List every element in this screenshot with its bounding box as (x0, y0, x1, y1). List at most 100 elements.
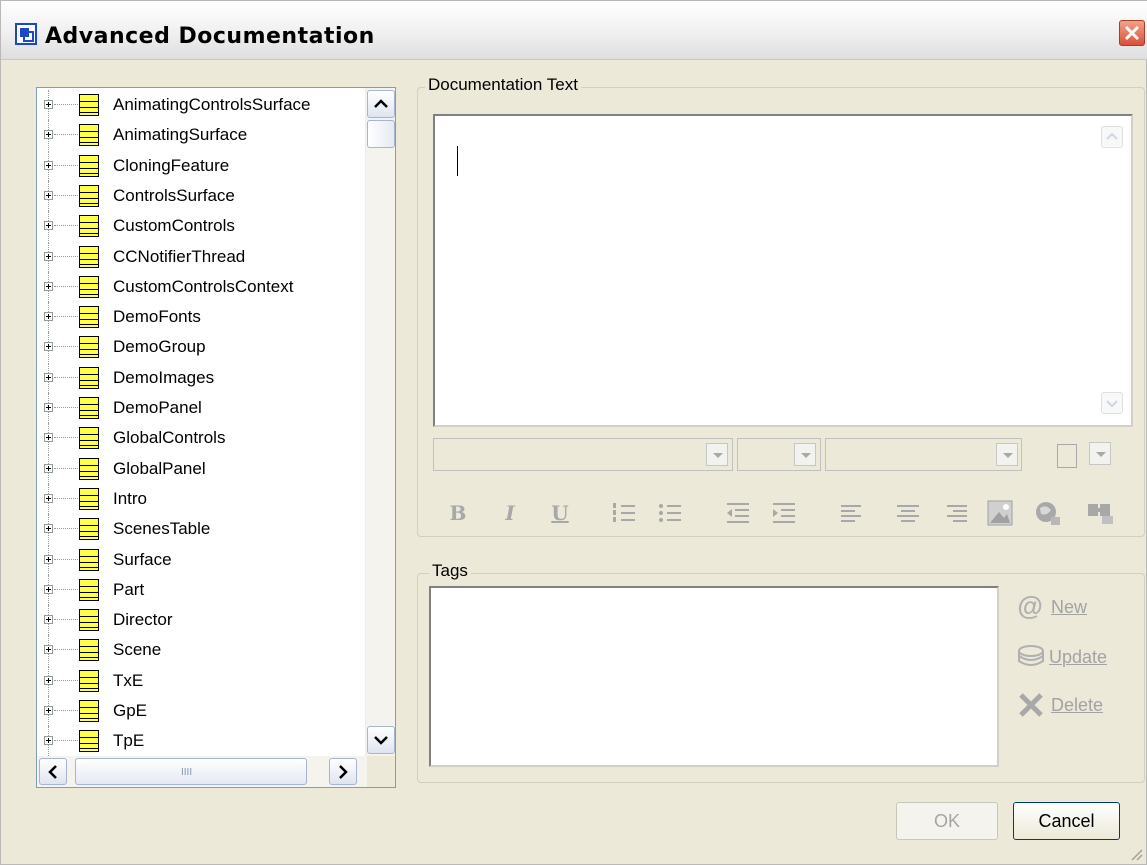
expand-plus-icon[interactable] (44, 736, 53, 746)
expand-plus-icon[interactable] (44, 281, 53, 291)
close-icon (1124, 25, 1140, 41)
table-icon (79, 487, 99, 510)
ok-button[interactable]: OK (896, 802, 998, 840)
outdent-icon[interactable] (723, 498, 753, 528)
tree-item[interactable]: ScenesTable (37, 514, 367, 545)
tree-item-label: DemoGroup (113, 337, 206, 357)
window-title: Advanced Documentation (45, 24, 375, 49)
title-bar[interactable]: Advanced Documentation (1, 1, 1147, 60)
cancel-button[interactable]: Cancel (1013, 802, 1120, 840)
tree-connector (54, 619, 78, 621)
expand-plus-icon[interactable] (44, 493, 53, 503)
tags-list[interactable] (429, 586, 999, 767)
tree-item[interactable]: Intro (37, 483, 367, 514)
expand-plus-icon[interactable] (44, 463, 53, 473)
tree-connector (54, 407, 78, 408)
horizontal-scroll-thumb[interactable]: IIII (75, 758, 307, 785)
bold-button[interactable]: B (443, 498, 473, 528)
tree-item-label: CloningFeature (113, 155, 230, 175)
tree-item[interactable]: CCNotifierThread (37, 241, 367, 272)
tree-connector (54, 316, 78, 318)
table-icon (79, 457, 99, 480)
indent-icon[interactable] (769, 498, 799, 528)
tree-item-label: ControlsSurface (113, 185, 235, 205)
expand-plus-icon[interactable] (44, 312, 53, 322)
scroll-down-button[interactable] (367, 726, 395, 754)
tree-item[interactable]: CustomControls (37, 211, 367, 242)
close-button[interactable] (1119, 20, 1145, 46)
tree-item[interactable]: AnimatingSurface (37, 120, 367, 151)
tree-horizontal-scrollbar[interactable]: IIII (37, 756, 367, 787)
expand-plus-icon[interactable] (44, 433, 53, 443)
tree-item[interactable]: CloningFeature (37, 150, 367, 181)
expand-plus-icon[interactable] (44, 221, 53, 231)
tree-item[interactable]: GpE (37, 696, 367, 726)
tree-item[interactable]: GlobalControls (37, 423, 367, 454)
tree-item[interactable]: Scene (37, 635, 367, 666)
font-style-select[interactable] (825, 438, 1022, 471)
tree-item-label: AnimatingControlsSurface (113, 95, 311, 114)
tree-item[interactable]: GlobalPanel (37, 453, 367, 484)
tree-item[interactable]: DemoGroup (37, 332, 367, 363)
color-picker[interactable] (1053, 438, 1119, 471)
update-tag-button[interactable]: Update (1013, 637, 1133, 677)
expand-plus-icon[interactable] (44, 130, 53, 140)
scroll-right-button[interactable] (329, 758, 357, 785)
insert-image-icon[interactable] (985, 498, 1015, 528)
tree-item[interactable]: DemoPanel (37, 393, 367, 423)
globe-link-icon[interactable] (1033, 498, 1063, 528)
expand-plus-icon[interactable] (44, 251, 53, 261)
expand-plus-icon[interactable] (44, 342, 53, 352)
table-icon (79, 518, 99, 541)
class-tree[interactable]: AnimatingControlsSurface AnimatingSurface… (36, 87, 396, 788)
tree-connector (54, 164, 78, 166)
chevron-up-icon (374, 99, 388, 108)
tree-vertical-scrollbar[interactable] (365, 88, 395, 756)
documentation-text-editor[interactable] (433, 114, 1133, 427)
numbered-list-icon[interactable] (609, 498, 639, 528)
tree-item-label: GlobalPanel (113, 458, 206, 478)
tree-item[interactable]: Surface (37, 544, 367, 575)
resize-grip-icon[interactable] (1129, 847, 1143, 861)
expand-plus-icon[interactable] (44, 675, 53, 685)
tree-item[interactable]: AnimatingControlsSurface (37, 90, 367, 120)
expand-plus-icon[interactable] (44, 403, 53, 412)
tree-item[interactable]: DemoImages (37, 362, 367, 393)
scroll-thumb[interactable] (367, 120, 395, 148)
expand-plus-icon[interactable] (44, 100, 53, 109)
tree-item[interactable]: Director (37, 605, 367, 636)
align-center-icon[interactable] (893, 498, 923, 528)
expand-plus-icon[interactable] (44, 706, 53, 715)
underline-button[interactable]: U (545, 498, 575, 528)
expand-plus-icon[interactable] (44, 584, 53, 594)
binoculars-icon[interactable] (1085, 498, 1115, 528)
font-size-select[interactable] (737, 438, 821, 471)
align-left-icon[interactable] (837, 498, 867, 528)
new-tag-button[interactable]: @ New (1013, 587, 1133, 627)
expand-plus-icon[interactable] (44, 645, 53, 655)
align-right-icon[interactable] (941, 498, 971, 528)
expand-plus-icon[interactable] (44, 160, 53, 170)
tree-item[interactable]: ControlsSurface (37, 180, 367, 211)
delete-tag-button[interactable]: Delete (1013, 685, 1133, 725)
italic-button[interactable]: I (495, 498, 525, 528)
expand-plus-icon[interactable] (44, 190, 53, 200)
tree-item[interactable]: TpE (37, 726, 367, 757)
tree-connector (54, 528, 78, 530)
expand-plus-icon[interactable] (44, 554, 53, 564)
tree-item[interactable]: CustomControlsContext (37, 271, 367, 302)
scroll-up-button[interactable] (367, 90, 395, 118)
tree-item[interactable]: DemoFonts (37, 302, 367, 333)
editor-scroll-up[interactable] (1101, 126, 1123, 148)
tree-item[interactable]: TxE (37, 665, 367, 696)
update-stack-icon (1018, 645, 1044, 666)
tree-item[interactable]: Part (37, 574, 367, 605)
editor-scroll-down[interactable] (1101, 392, 1123, 414)
font-name-select[interactable] (433, 438, 733, 471)
bulleted-list-icon[interactable] (655, 498, 685, 528)
expand-plus-icon[interactable] (44, 524, 53, 534)
expand-plus-icon[interactable] (44, 615, 53, 625)
tree-connector (54, 346, 78, 348)
scroll-left-button[interactable] (39, 758, 67, 785)
expand-plus-icon[interactable] (44, 372, 53, 382)
